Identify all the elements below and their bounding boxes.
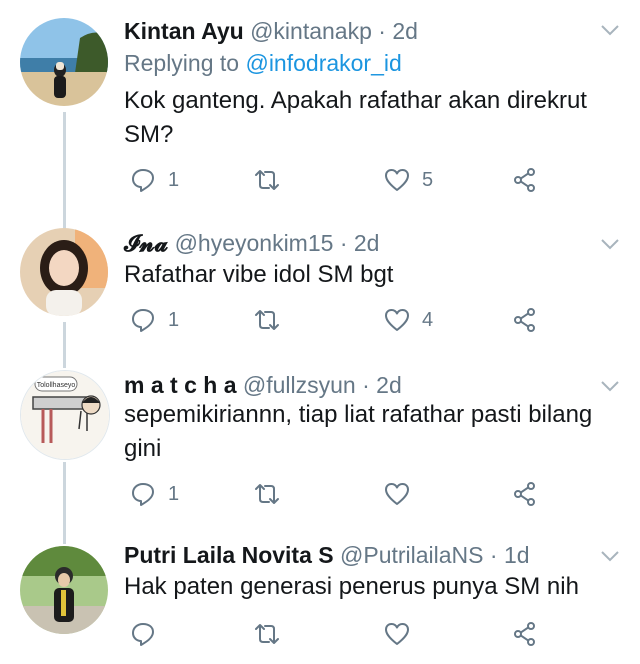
tweet-text-line: Rafathar vibe idol SM bgt: [124, 261, 394, 288]
replying-to: Replying to @infodrakor_id: [124, 48, 402, 78]
user-handle[interactable]: @kintanakp: [250, 18, 372, 44]
display-name[interactable]: Kintan Ayu: [124, 18, 244, 44]
heart-icon: [385, 169, 409, 191]
retweet-button[interactable]: [254, 480, 280, 508]
reply-button[interactable]: 1: [130, 306, 179, 334]
tweet-text-line: sepemikiriannn, tiap liat rafathar pasti…: [124, 401, 593, 428]
reply-icon: [132, 169, 154, 192]
user-handle[interactable]: @hyeyonkim15: [175, 230, 334, 256]
share-button[interactable]: [512, 620, 538, 648]
reply-button[interactable]: 1: [130, 480, 179, 508]
reply-icon: [132, 309, 154, 332]
timestamp[interactable]: 2d: [376, 372, 402, 398]
tweet-text-line: Kok ganteng. Apakah rafathar akan direkr…: [124, 87, 587, 114]
like-count: 4: [422, 308, 434, 331]
tweet-kintan[interactable]: Kintan Ayu @kintanakp · 2d Replying to @…: [0, 14, 640, 214]
avatar[interactable]: [20, 546, 108, 634]
share-icon: [514, 622, 535, 646]
tweet-matcha[interactable]: Tolollhaseyo m a t c h a @fullzsyun · 2d…: [0, 370, 640, 520]
tweet-text: sepemikiriannn, tiap liat rafathar pasti…: [124, 398, 614, 466]
chevron-down-icon[interactable]: [598, 544, 622, 568]
like-button[interactable]: [384, 480, 410, 508]
user-handle[interactable]: @PutrilailaNS: [340, 542, 484, 568]
retweet-button[interactable]: [254, 306, 280, 334]
avatar[interactable]: [20, 18, 108, 106]
chevron-down-icon[interactable]: [598, 232, 622, 256]
reply-button[interactable]: [130, 620, 156, 648]
like-button[interactable]: 5: [384, 166, 433, 194]
tweet-header: 𝓘𝓷𝓪 @hyeyonkim15 · 2d: [124, 228, 379, 259]
display-name[interactable]: 𝓘𝓷𝓪: [124, 230, 168, 257]
retweet-icon: [255, 484, 279, 504]
tweet-ina[interactable]: 𝓘𝓷𝓪 @hyeyonkim15 · 2d Rafathar vibe idol…: [0, 228, 640, 348]
retweet-button[interactable]: [254, 620, 280, 648]
chevron-down-icon[interactable]: [598, 18, 622, 42]
chevron-down-icon[interactable]: [598, 374, 622, 398]
tweet-text: Hak paten generasi penerus punya SM nih: [124, 570, 614, 604]
action-bar: 1: [124, 480, 624, 508]
retweet-button[interactable]: [254, 166, 280, 194]
reply-icon: [132, 623, 154, 646]
reply-button[interactable]: 1: [130, 166, 179, 194]
action-bar: 1 4: [124, 306, 624, 334]
action-bar: 1 5: [124, 166, 624, 194]
tweet-header: m a t c h a @fullzsyun · 2d: [124, 370, 402, 400]
mention-link[interactable]: @infodrakor_id: [245, 50, 401, 76]
separator-dot: ·: [339, 230, 348, 256]
display-name[interactable]: Putri Laila Novita S: [124, 542, 334, 568]
share-button[interactable]: [512, 166, 538, 194]
separator-dot: ·: [489, 542, 498, 568]
like-button[interactable]: 4: [384, 306, 433, 334]
reply-icon: [132, 483, 154, 506]
avatar[interactable]: Tolollhaseyo: [20, 370, 110, 460]
reply-count: 1: [168, 482, 180, 505]
retweet-icon: [255, 310, 279, 330]
like-button[interactable]: [384, 620, 410, 648]
heart-icon: [385, 623, 409, 645]
timestamp[interactable]: 1d: [504, 542, 530, 568]
separator-dot: ·: [378, 18, 386, 44]
avatar-caption: Tolollhaseyo: [37, 382, 76, 389]
reply-count: 1: [168, 308, 180, 331]
avatar[interactable]: [20, 228, 108, 316]
tweet-header: Kintan Ayu @kintanakp · 2d: [124, 16, 418, 46]
replying-to-label: Replying to: [124, 50, 240, 76]
tweet-putri[interactable]: Putri Laila Novita S @PutrilailaNS · 1d …: [0, 540, 640, 664]
like-count: 5: [422, 168, 434, 191]
display-name[interactable]: m a t c h a: [124, 372, 236, 398]
tweet-text: Kok ganteng. Apakah rafathar akan direkr…: [124, 84, 614, 152]
share-icon: [514, 308, 535, 332]
timestamp[interactable]: 2d: [354, 230, 380, 256]
share-button[interactable]: [512, 306, 538, 334]
tweet-text-line: gini: [124, 435, 162, 462]
share-icon: [514, 482, 535, 506]
user-handle[interactable]: @fullzsyun: [243, 372, 356, 398]
tweet-header: Putri Laila Novita S @PutrilailaNS · 1d: [124, 540, 530, 570]
reply-count: 1: [168, 168, 180, 191]
tweet-text-line: Hak paten generasi penerus punya SM nih: [124, 573, 579, 600]
share-icon: [514, 168, 535, 192]
tweet-text-line: SM?: [124, 121, 174, 148]
separator-dot: ·: [362, 372, 370, 398]
retweet-icon: [255, 624, 279, 644]
retweet-icon: [255, 170, 279, 190]
tweet-text: Rafathar vibe idol SM bgt: [124, 258, 614, 292]
share-button[interactable]: [512, 480, 538, 508]
reply-thread: Kintan Ayu @kintanakp · 2d Replying to @…: [0, 0, 640, 664]
heart-icon: [385, 483, 409, 505]
timestamp[interactable]: 2d: [392, 18, 418, 44]
heart-icon: [385, 309, 409, 331]
action-bar: [124, 620, 624, 648]
